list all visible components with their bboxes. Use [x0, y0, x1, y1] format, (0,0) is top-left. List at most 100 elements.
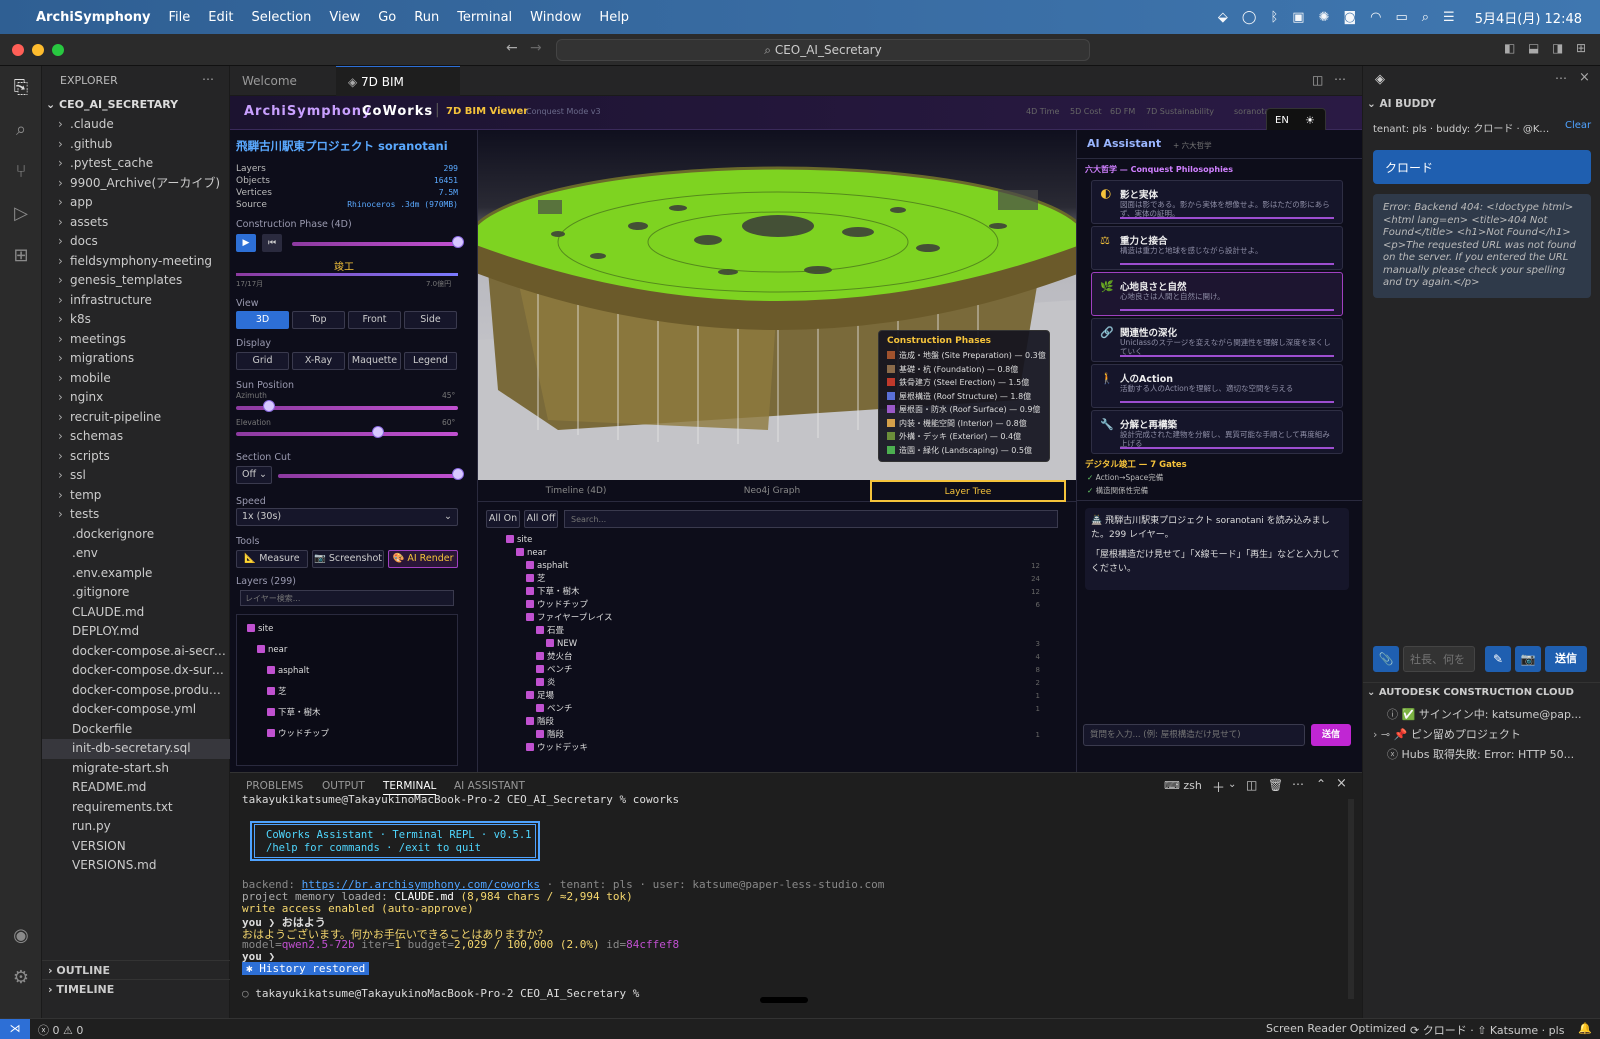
file-item[interactable]: .dockerignore — [42, 525, 230, 545]
layer-tree-item[interactable]: NEW 3 — [486, 638, 1046, 651]
folder-item[interactable]: › .pytest_cache — [42, 154, 230, 174]
checkbox[interactable] — [526, 600, 534, 608]
camera-button[interactable]: 📷 — [1515, 646, 1541, 672]
folder-item[interactable]: › ssl — [42, 466, 230, 486]
remote-indicator[interactable]: ⋊ — [0, 1019, 30, 1039]
openai-icon[interactable]: ✺ — [1319, 10, 1330, 25]
file-item[interactable]: VERSION — [42, 837, 230, 857]
minimize-window-button[interactable] — [32, 43, 44, 56]
display-xray-button[interactable]: X-Ray — [292, 352, 345, 370]
display-grid-button[interactable]: Grid — [236, 352, 289, 370]
pen-button[interactable]: ✎ — [1485, 646, 1511, 672]
layer-tree-item[interactable]: ウッドデッキ — [486, 742, 1046, 755]
buddy-status[interactable]: ⟳ クロード · ⇧ Katsume · pls — [1410, 1022, 1564, 1038]
more-actions-icon[interactable]: ⋯ — [1334, 72, 1346, 86]
folder-item[interactable]: › fieldsymphony-meeting — [42, 252, 230, 272]
file-item[interactable]: DEPLOY.md — [42, 622, 230, 642]
checkbox[interactable] — [267, 687, 275, 695]
chat-send-button[interactable]: 送信 — [1311, 724, 1351, 746]
layer-tree-item[interactable]: near — [486, 547, 1046, 560]
file-item[interactable]: docker-compose.yml — [42, 700, 230, 720]
file-item[interactable]: init-db-secretary.sql — [42, 739, 230, 759]
view-3d-button[interactable]: 3D — [236, 311, 289, 329]
split-editor-icon[interactable]: ◫ — [1312, 73, 1323, 87]
checkbox[interactable] — [536, 652, 544, 660]
layer-tree-item[interactable]: ウッドチップ 6 — [486, 599, 1046, 612]
checkbox[interactable] — [536, 678, 544, 686]
checkbox[interactable] — [267, 729, 275, 737]
file-item[interactable]: CLAUDE.md — [42, 603, 230, 623]
view-side-button[interactable]: Side — [404, 311, 457, 329]
azimuth-slider-handle[interactable] — [263, 400, 276, 412]
all-off-button[interactable]: All Off — [524, 510, 558, 528]
notifications-bell-icon[interactable]: 🔔 — [1578, 1022, 1592, 1035]
menu-go[interactable]: Go — [378, 10, 396, 25]
layer-item[interactable]: site — [247, 623, 457, 636]
theme-toggle-icon[interactable]: ☀ — [1305, 114, 1315, 127]
folder-item[interactable]: › nginx — [42, 388, 230, 408]
new-terminal-icon[interactable]: ＋ — [1212, 777, 1225, 796]
checkbox[interactable] — [506, 535, 514, 543]
folder-item[interactable]: › app — [42, 193, 230, 213]
folder-item[interactable]: › migrations — [42, 349, 230, 369]
checkbox[interactable] — [526, 691, 534, 699]
tab-7d-bim-viewer[interactable]: ◈ 7D BIM Viewer× — [336, 66, 460, 119]
phase-slider-handle[interactable] — [452, 236, 464, 248]
customize-layout-icon[interactable]: ⊞ — [1576, 41, 1586, 55]
menu-window[interactable]: Window — [530, 10, 581, 25]
terminal-scrollbar[interactable] — [1348, 799, 1354, 999]
layer-tree-item[interactable]: site — [486, 534, 1046, 547]
forward-arrow-icon[interactable]: → — [530, 40, 542, 56]
acc-pinned-item[interactable]: › ⊸ 📌 ピン留めプロジェクト — [1373, 726, 1597, 742]
file-item[interactable]: run.py — [42, 817, 230, 837]
run-debug-icon[interactable]: ▷ — [9, 202, 33, 226]
accounts-icon[interactable]: ◉ — [9, 924, 33, 948]
back-arrow-icon[interactable]: ← — [506, 40, 518, 56]
checkbox[interactable] — [247, 624, 255, 632]
menu-terminal[interactable]: Terminal — [457, 10, 512, 25]
section-cut-select[interactable]: Off ⌄ — [236, 466, 272, 484]
layer-tree-item[interactable]: ファイヤープレイス — [486, 612, 1046, 625]
screen-reader-status[interactable]: Screen Reader Optimized — [1266, 1022, 1406, 1035]
layer-tree-item[interactable]: ベンチ 1 — [486, 703, 1046, 716]
checkbox[interactable] — [267, 708, 275, 716]
section-cut-slider[interactable] — [278, 474, 458, 478]
folder-item[interactable]: › schemas — [42, 427, 230, 447]
teams-icon[interactable]: ▣ — [1292, 10, 1304, 25]
file-item[interactable]: Dockerfile — [42, 720, 230, 740]
philosophy-card[interactable]: 🌿 心地良さと自然 心地良さは人間と自然に開け。 — [1091, 272, 1343, 316]
nav-7d-sustainability[interactable]: 7D Sustainability — [1146, 107, 1214, 116]
chat-input[interactable] — [1083, 724, 1305, 746]
bluetooth-icon[interactable]: ᛒ — [1270, 10, 1278, 25]
layer-tree-search-input[interactable] — [564, 510, 1058, 528]
checkbox[interactable] — [526, 717, 534, 725]
trash-icon[interactable]: 🗑 — [1268, 778, 1283, 792]
acc-section[interactable]: ⌄ AUTODESK CONSTRUCTION CLOUD — [1367, 687, 1574, 698]
search-icon[interactable]: ⌕ — [9, 118, 33, 142]
menu-edit[interactable]: Edit — [208, 10, 233, 25]
menu-file[interactable]: File — [169, 10, 191, 25]
play-button[interactable]: ▶ — [236, 234, 256, 252]
clear-button[interactable]: Clear — [1565, 120, 1591, 131]
layer-tree-item[interactable]: ベンチ 8 — [486, 664, 1046, 677]
view-front-button[interactable]: Front — [348, 311, 401, 329]
chevron-down-icon[interactable]: ⌄ — [1228, 779, 1236, 790]
file-item[interactable]: .env.example — [42, 564, 230, 584]
nav-4d-time[interactable]: 4D Time — [1026, 107, 1059, 116]
problems-indicator[interactable]: ⓧ 0 ⚠ 0 — [38, 1022, 83, 1038]
file-item[interactable]: migrate-start.sh — [42, 759, 230, 779]
elevation-slider-handle[interactable] — [372, 426, 385, 438]
close-icon[interactable]: × — [1579, 70, 1590, 85]
file-item[interactable]: .env — [42, 544, 230, 564]
app-status-icon[interactable]: ◙ — [1344, 10, 1357, 25]
layer-tree-item[interactable]: 下草・樹木 12 — [486, 586, 1046, 599]
nav-6d-fm[interactable]: 6D FM — [1110, 107, 1135, 116]
folder-item[interactable]: › meetings — [42, 330, 230, 350]
wifi-icon[interactable]: ◠ — [1370, 10, 1381, 25]
checkbox[interactable] — [546, 639, 554, 647]
command-center[interactable]: ⌕ CEO_AI_Secretary — [556, 39, 1090, 61]
explorer-root-folder[interactable]: ⌄ CEO_AI_SECRETARY — [46, 98, 178, 111]
layer-item[interactable]: 下草・樹木 — [267, 707, 457, 720]
file-item[interactable]: docker-compose.productio... — [42, 681, 230, 701]
buddy-input[interactable] — [1403, 646, 1475, 672]
